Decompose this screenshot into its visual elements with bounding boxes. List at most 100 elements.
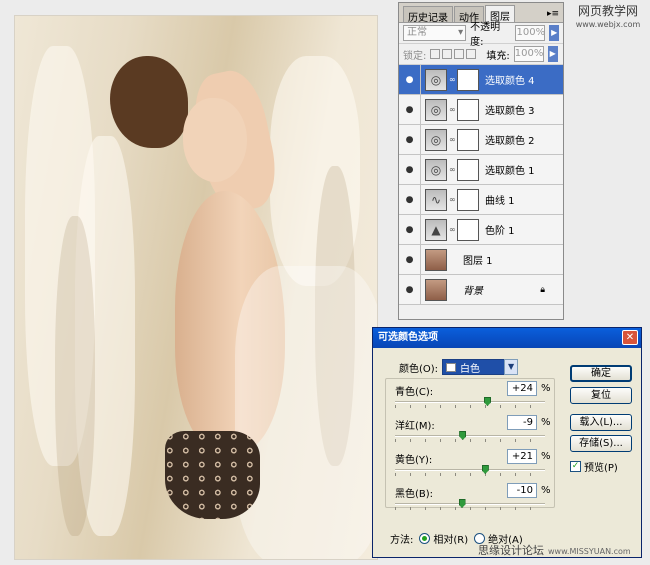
eye-icon[interactable]: ●: [399, 155, 421, 184]
selective-color-icon: ◎: [425, 68, 447, 91]
watermark-top: 网页教学网 www.webjx.com: [572, 4, 644, 32]
layer-row[interactable]: ● 背景 🔒︎: [399, 275, 563, 305]
layer-name: 曲线 1: [485, 196, 515, 207]
preview-checkbox[interactable]: ✓: [570, 461, 581, 472]
fill-field[interactable]: 100%: [513, 46, 544, 62]
fill-label: 填充:: [486, 50, 510, 62]
layers-panel: 历史记录 动作 图层 ▸≡ 正常 不透明度: 100% ▶ 锁定: 填充: 10…: [398, 2, 564, 320]
black-field[interactable]: -10: [507, 483, 537, 498]
slider-ticks: [395, 405, 545, 408]
lock-image-icon[interactable]: [442, 49, 453, 59]
close-icon[interactable]: ✕: [622, 330, 638, 345]
radio-relative[interactable]: [419, 533, 431, 544]
preview-row: ✓ 预览(P): [570, 459, 618, 474]
watermark-bottom-url: www.MISSYUAN.com: [548, 547, 631, 556]
opacity-field[interactable]: 100%: [515, 25, 546, 41]
curves-icon: ∿: [425, 188, 447, 211]
eye-icon[interactable]: ●: [399, 185, 421, 214]
selective-color-icon: ◎: [425, 98, 447, 121]
percent-label: %: [541, 451, 551, 462]
cyan-field[interactable]: +24: [507, 381, 537, 396]
layer-mask[interactable]: [457, 218, 479, 241]
eye-icon[interactable]: ●: [399, 125, 421, 154]
layer-name: 选取颜色 2: [485, 136, 535, 147]
method-relative-label: 相对(R): [433, 535, 469, 546]
lock-transparent-icon[interactable]: [430, 49, 441, 59]
colors-select[interactable]: 白色 ▼: [442, 359, 519, 375]
layer-row[interactable]: ● ◎ ∞ 选取颜色 1: [399, 155, 563, 185]
blend-mode-select[interactable]: 正常: [403, 25, 467, 41]
layer-row[interactable]: ● ◎ ∞ 选取颜色 4: [399, 65, 563, 95]
layer-row[interactable]: ● 图层 1: [399, 245, 563, 275]
watermark-url: www.webjx.com: [575, 20, 641, 29]
blend-row: 正常 不透明度: 100% ▶: [399, 22, 563, 48]
watermark-title: 网页教学网: [577, 4, 638, 18]
slider-label: 青色(C):: [395, 387, 434, 398]
layer-row[interactable]: ● ▲ ∞ 色阶 1: [399, 215, 563, 245]
layer-name: 图层 1: [463, 256, 493, 267]
chevron-down-icon[interactable]: ▼: [504, 359, 519, 375]
lock-all-icon[interactable]: [466, 49, 477, 59]
white-swatch-icon: [446, 362, 457, 372]
selective-color-icon: ◎: [425, 128, 447, 151]
reset-button[interactable]: 复位: [570, 387, 632, 404]
slider-label: 黄色(Y):: [395, 455, 433, 466]
slider-track[interactable]: [395, 503, 545, 505]
link-icon: ∞: [449, 195, 456, 204]
opacity-label: 不透明度:: [470, 22, 501, 48]
slider-label: 黑色(B):: [395, 489, 434, 500]
layer-row[interactable]: ● ◎ ∞ 选取颜色 3: [399, 95, 563, 125]
layer-name: 选取颜色 1: [485, 166, 535, 177]
link-icon: ∞: [449, 75, 456, 84]
layer-row[interactable]: ● ◎ ∞ 选取颜色 2: [399, 125, 563, 155]
colors-value: 白色: [460, 363, 481, 375]
dialog-titlebar[interactable]: 可选颜色选项 ✕: [373, 328, 641, 348]
slider-track[interactable]: [395, 469, 545, 471]
layer-mask[interactable]: [457, 158, 479, 181]
magenta-field[interactable]: -9: [507, 415, 537, 430]
fill-flyout-icon[interactable]: ▶: [547, 46, 558, 62]
layer-mask[interactable]: [457, 188, 479, 211]
lock-label: 锁定:: [403, 50, 427, 62]
panel-menu-icon[interactable]: ▸≡: [547, 9, 559, 19]
save-button[interactable]: 存储(S)...: [570, 435, 632, 452]
layer-name: 背景: [463, 286, 483, 297]
eye-icon[interactable]: ●: [399, 65, 421, 94]
layer-mask[interactable]: [457, 98, 479, 121]
link-icon: ∞: [449, 105, 456, 114]
opacity-flyout-icon[interactable]: ▶: [549, 25, 560, 41]
photo-thumb: [425, 278, 447, 301]
layer-name: 选取颜色 4: [485, 76, 535, 87]
slider-cyan: 青色(C): +24 %: [385, 381, 551, 413]
ok-button[interactable]: 确定: [570, 365, 632, 382]
layer-mask[interactable]: [457, 128, 479, 151]
selective-color-icon: ◎: [425, 158, 447, 181]
link-icon: ∞: [449, 165, 456, 174]
slider-track[interactable]: [395, 435, 545, 437]
slider-ticks: [395, 473, 545, 476]
slider-track[interactable]: [395, 401, 545, 403]
method-relative-option[interactable]: 相对(R): [419, 531, 468, 546]
watermark-bottom: 思缘设计论坛 www.MISSYUAN.com: [478, 542, 631, 558]
lock-icon: 🔒︎: [540, 284, 545, 295]
layers-list: ● ◎ ∞ 选取颜色 4 ● ◎ ∞ 选取颜色 3 ● ◎ ∞ 选取颜色 2 ●…: [399, 65, 563, 305]
colors-row: 颜色(O): 白色 ▼: [399, 359, 519, 375]
selective-color-dialog: 可选颜色选项 ✕ 颜色(O): 白色 ▼ 青色(C): +24 % 洋红(M):…: [372, 327, 642, 558]
photo-canvas: [14, 15, 378, 560]
dialog-title: 可选颜色选项: [378, 332, 438, 343]
eye-icon[interactable]: ●: [399, 215, 421, 244]
load-button[interactable]: 载入(L)...: [570, 414, 632, 431]
tab-history[interactable]: 历史记录: [403, 6, 453, 24]
layer-row[interactable]: ● ∿ ∞ 曲线 1: [399, 185, 563, 215]
lock-position-icon[interactable]: [454, 49, 465, 59]
colors-label: 颜色(O):: [399, 363, 439, 375]
layer-mask[interactable]: [457, 68, 479, 91]
eye-icon[interactable]: ●: [399, 275, 421, 304]
eye-icon[interactable]: ●: [399, 245, 421, 274]
slider-black: 黑色(B): -10 %: [385, 483, 551, 515]
percent-label: %: [541, 417, 551, 428]
yellow-field[interactable]: +21: [507, 449, 537, 464]
photo-thumb: [425, 248, 447, 271]
link-icon: ∞: [449, 225, 456, 234]
eye-icon[interactable]: ●: [399, 95, 421, 124]
